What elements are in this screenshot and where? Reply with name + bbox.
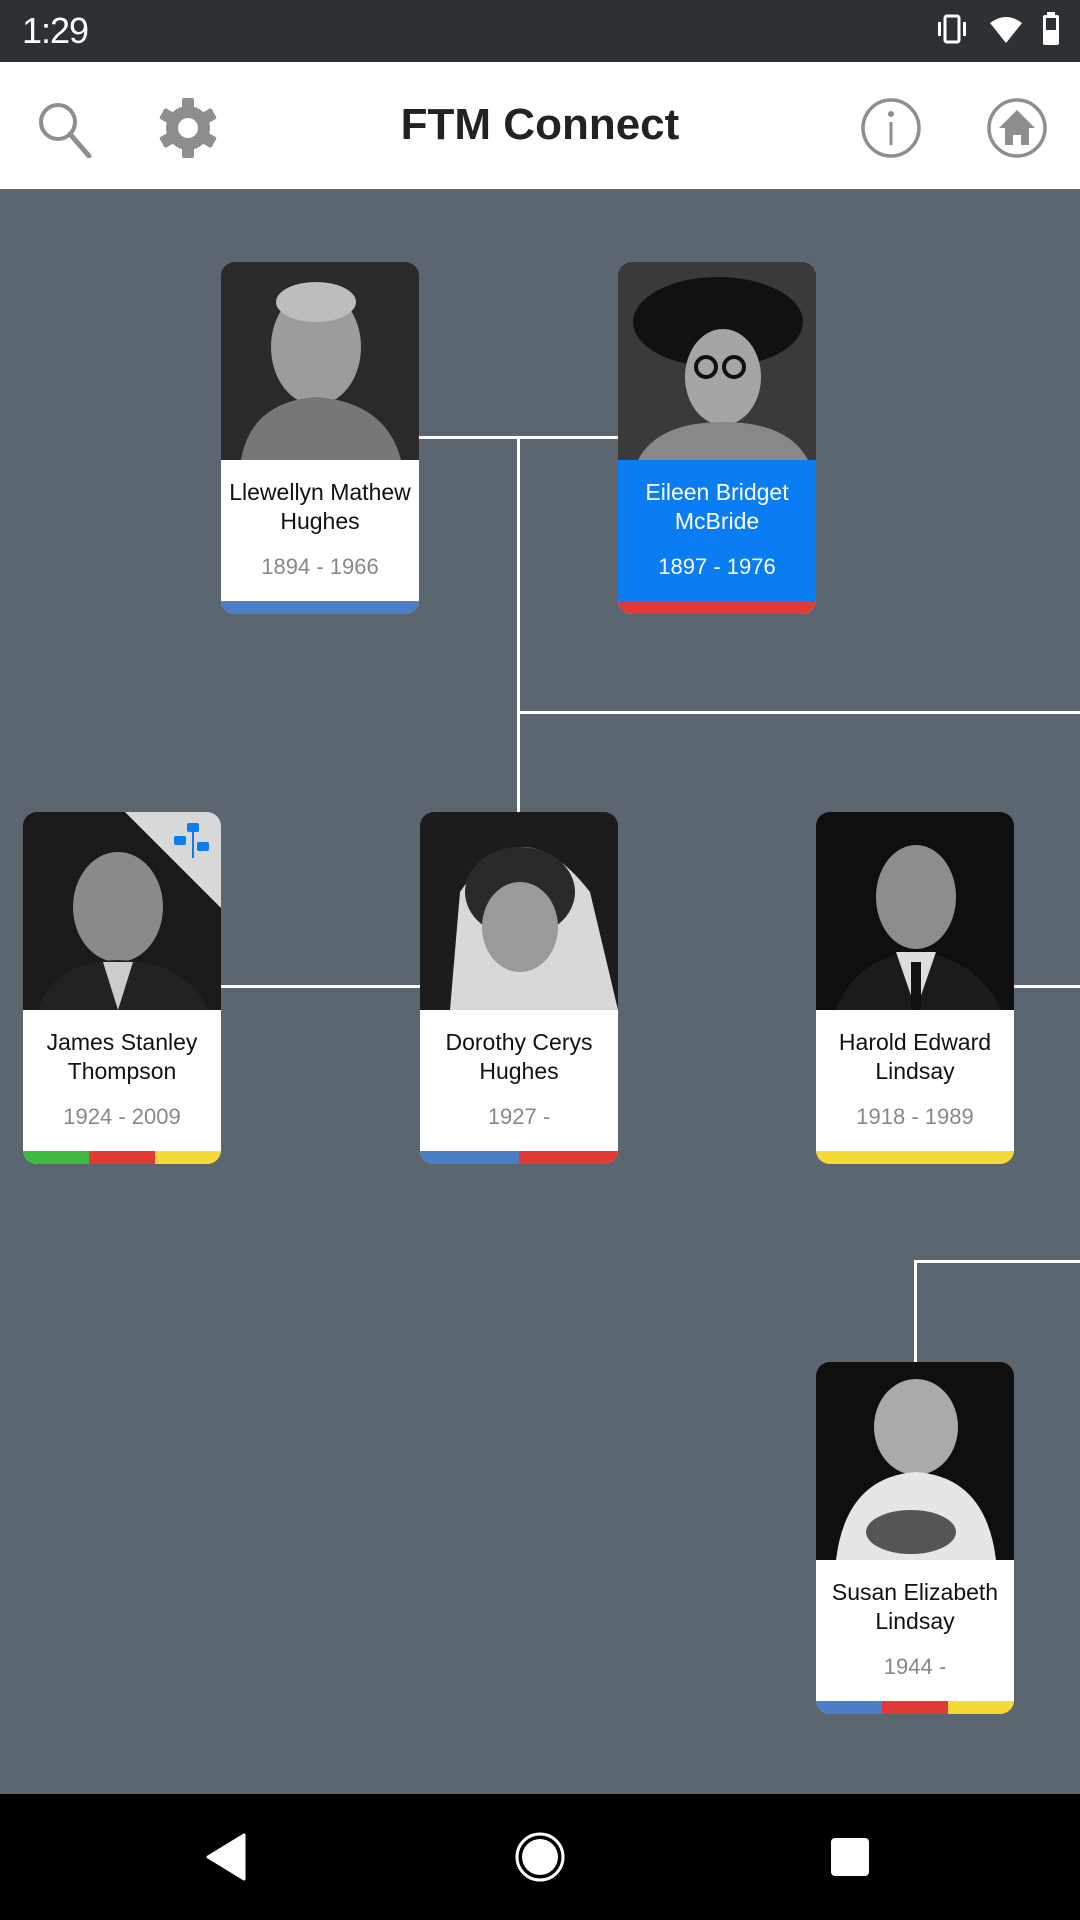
family-tree-canvas[interactable]: Llewellyn Mathew Hughes 1894 - 1966 Eile… bbox=[0, 189, 1080, 1794]
person-name: Susan Elizabeth Lindsay bbox=[831, 1579, 999, 1634]
person-name: Eileen Bridget McBride bbox=[645, 479, 789, 534]
recents-button[interactable] bbox=[820, 1829, 880, 1889]
color-bar bbox=[816, 1701, 1014, 1714]
person-photo bbox=[816, 812, 1014, 1010]
person-card-susan[interactable]: Susan Elizabeth Lindsay 1944 - bbox=[816, 1362, 1014, 1714]
couple-connector-line bbox=[221, 985, 420, 988]
color-bar bbox=[420, 1151, 618, 1164]
home-circle-icon bbox=[514, 1831, 566, 1888]
children-trunk-line bbox=[914, 1260, 917, 1362]
person-photo bbox=[816, 1362, 1014, 1560]
person-photo bbox=[420, 812, 618, 1010]
person-dates: 1894 - 1966 bbox=[261, 554, 379, 579]
color-bar bbox=[816, 1151, 1014, 1164]
info-button[interactable] bbox=[859, 97, 923, 164]
color-bar bbox=[221, 601, 419, 614]
home-nav-button[interactable] bbox=[510, 1829, 570, 1889]
person-card-eileen[interactable]: Eileen Bridget McBride 1897 - 1976 bbox=[618, 262, 816, 614]
battery-icon bbox=[1042, 12, 1060, 51]
person-name: Harold Edward Lindsay bbox=[838, 1029, 992, 1084]
person-name: James Stanley Thompson bbox=[46, 1029, 198, 1084]
person-dates: 1924 - 2009 bbox=[63, 1104, 181, 1129]
person-dates: 1927 - bbox=[487, 1104, 551, 1129]
person-photo bbox=[221, 262, 419, 460]
person-card-harold[interactable]: Harold Edward Lindsay 1918 - 1989 bbox=[816, 812, 1014, 1164]
person-photo bbox=[618, 262, 816, 460]
children-branch-line bbox=[914, 1260, 1080, 1263]
info-icon bbox=[860, 97, 922, 164]
back-button[interactable] bbox=[196, 1829, 256, 1889]
color-bar bbox=[618, 601, 816, 614]
home-button[interactable] bbox=[985, 97, 1049, 164]
tree-branch-icon[interactable] bbox=[173, 822, 211, 865]
person-card-james[interactable]: James Stanley Thompson 1924 - 2009 bbox=[23, 812, 221, 1164]
children-trunk-line bbox=[517, 438, 520, 812]
app-bar: FTM Connect bbox=[0, 62, 1080, 189]
person-name: Llewellyn Mathew Hughes bbox=[229, 479, 411, 534]
person-photo bbox=[23, 812, 221, 1010]
person-card-llewellyn[interactable]: Llewellyn Mathew Hughes 1894 - 1966 bbox=[221, 262, 419, 614]
system-nav-bar bbox=[0, 1794, 1080, 1920]
back-icon bbox=[204, 1833, 248, 1886]
wifi-icon bbox=[988, 14, 1024, 49]
recents-icon bbox=[829, 1836, 871, 1883]
couple-connector-line bbox=[1014, 985, 1080, 988]
person-dates: 1918 - 1989 bbox=[856, 1104, 974, 1129]
person-card-dorothy[interactable]: Dorothy Cerys Hughes 1927 - bbox=[420, 812, 618, 1164]
status-time: 1:29 bbox=[22, 10, 89, 51]
person-dates: 1944 - bbox=[883, 1654, 947, 1679]
color-bar bbox=[23, 1151, 221, 1164]
status-bar: 1:29 bbox=[0, 0, 1080, 62]
person-name: Dorothy Cerys Hughes bbox=[445, 1029, 593, 1084]
home-icon bbox=[986, 97, 1048, 164]
person-dates: 1897 - 1976 bbox=[658, 554, 776, 579]
sibling-branch-line bbox=[517, 711, 1080, 714]
vibrate-icon bbox=[934, 14, 970, 49]
